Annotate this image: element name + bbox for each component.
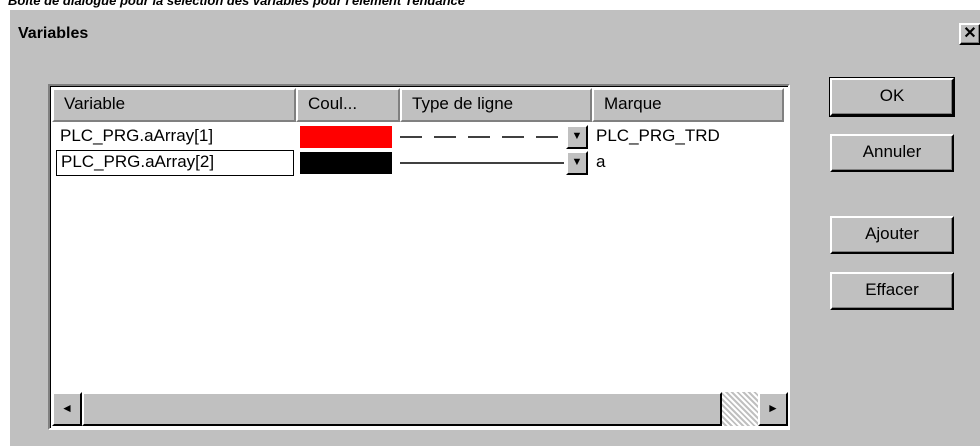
marker-cell[interactable]: PLC_PRG_TRD bbox=[592, 124, 788, 150]
column-header-line-type[interactable]: Type de ligne bbox=[400, 88, 592, 122]
list-header: Variable Coul... Type de ligne Marque bbox=[52, 88, 788, 122]
scroll-left-button[interactable]: ◄ bbox=[52, 392, 82, 426]
cancel-button[interactable]: Annuler bbox=[830, 134, 954, 172]
variable-cell[interactable]: PLC_PRG.aArray[1] bbox=[52, 124, 294, 150]
table-row[interactable]: PLC_PRG.aArray[2] ▼ a bbox=[52, 150, 788, 176]
ok-button[interactable]: OK bbox=[829, 77, 955, 117]
scroll-track-remainder[interactable] bbox=[722, 392, 758, 426]
horizontal-scrollbar[interactable]: ◄ ► bbox=[52, 392, 788, 426]
dialog-title: Variables bbox=[18, 25, 89, 42]
line-type-preview bbox=[400, 136, 564, 138]
scroll-thumb[interactable] bbox=[82, 392, 722, 426]
line-type-cell[interactable] bbox=[398, 124, 566, 150]
figure-caption: Boîte de dialogue pour la sélection des … bbox=[8, 0, 466, 8]
column-header-variable[interactable]: Variable bbox=[52, 88, 296, 122]
column-header-marker[interactable]: Marque bbox=[592, 88, 784, 122]
line-type-preview bbox=[400, 162, 564, 164]
line-type-cell[interactable] bbox=[398, 150, 566, 176]
scroll-track[interactable] bbox=[82, 392, 758, 426]
line-type-dropdown-button[interactable]: ▼ bbox=[566, 151, 588, 175]
variable-edit-field[interactable]: PLC_PRG.aArray[2] bbox=[56, 150, 294, 176]
color-swatch[interactable] bbox=[300, 152, 392, 174]
delete-button[interactable]: Effacer bbox=[830, 272, 954, 310]
close-button[interactable]: ✕ bbox=[959, 23, 980, 45]
color-swatch[interactable] bbox=[300, 126, 392, 148]
scroll-right-button[interactable]: ► bbox=[758, 392, 788, 426]
title-bar: Variables ✕ bbox=[10, 22, 980, 48]
variables-dialog: Variables ✕ Variable Coul... Type de lig… bbox=[8, 8, 980, 446]
table-row[interactable]: PLC_PRG.aArray[1] ▼ PLC_PRG_TRD bbox=[52, 124, 788, 150]
line-type-dropdown-button[interactable]: ▼ bbox=[566, 125, 588, 149]
add-button[interactable]: Ajouter bbox=[830, 216, 954, 254]
marker-cell[interactable]: a bbox=[592, 150, 788, 176]
variables-list[interactable]: Variable Coul... Type de ligne Marque PL… bbox=[48, 84, 790, 430]
column-header-color[interactable]: Coul... bbox=[296, 88, 400, 122]
